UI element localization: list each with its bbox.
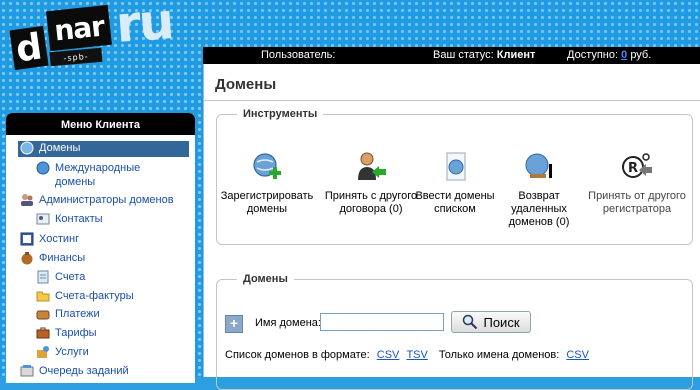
export-tsv-link[interactable]: TSV: [406, 349, 427, 361]
export-links: Список доменов в формате: CSV TSV Только…: [225, 349, 589, 361]
user-arrow-icon: [358, 152, 386, 180]
document-globe-icon: [446, 152, 466, 181]
client-menu: Меню Клиента Домены Международные домены…: [6, 113, 195, 383]
menu-item-domains[interactable]: Домены: [18, 141, 189, 157]
menu-item-vat-invoices[interactable]: Счета-фактуры: [36, 289, 134, 305]
tools-panel: Инструменты Зарегистрировать домены Прин…: [216, 108, 693, 245]
title-divider: [204, 100, 700, 101]
search-button-label: Поиск: [483, 314, 520, 330]
tools-legend: Инструменты: [243, 108, 318, 120]
user-label: Пользователь:: [261, 49, 336, 61]
balance-info: Доступно: 0 руб.: [567, 49, 652, 61]
tool-label: Принять с другого договора (0): [324, 190, 418, 215]
globe-restore-icon: [525, 153, 552, 178]
domains-panel: Домены + Имя домена: Поиск Список домено…: [216, 273, 693, 390]
menu-item-finance[interactable]: Финансы: [20, 251, 85, 267]
logo-word-nar: nar: [46, 4, 112, 52]
menu-item-payments[interactable]: Платежи: [36, 307, 100, 323]
tool-label: Ввести домены списком: [415, 190, 495, 215]
menu-item-domain-admins[interactable]: Администраторы доменов: [20, 193, 174, 209]
domains-legend: Домены: [243, 273, 288, 285]
names-only-label: Только имена доменов:: [438, 349, 560, 361]
menu-item-task-queue[interactable]: Очередь заданий: [20, 364, 129, 380]
restore-deleted-domains-tool[interactable]: Возврат удаленных доменов (0): [489, 150, 589, 229]
balance-link[interactable]: 0: [621, 49, 627, 61]
money-bag-icon: [21, 252, 33, 265]
search-button[interactable]: Поиск: [451, 311, 531, 333]
export-label: Список доменов в формате:: [225, 349, 370, 361]
menu-item-hosting[interactable]: Хостинг: [20, 232, 79, 248]
export-csv-link[interactable]: CSV: [377, 349, 400, 361]
wallet-icon: [36, 310, 50, 320]
logo-subtitle: -spb-: [49, 47, 103, 67]
status-value: Клиент: [496, 49, 536, 61]
logo-word-ru: ru: [114, 0, 175, 54]
tool-label: Зарегистрировать домены: [220, 190, 314, 215]
add-domain-button[interactable]: +: [225, 315, 243, 333]
domain-name-label: Имя домена:: [255, 317, 321, 329]
services-icon: [37, 346, 49, 358]
logo-letter-d: d: [9, 25, 49, 71]
tool-label: Возврат удаленных доменов (0): [508, 190, 570, 228]
status-info: Ваш статус: Клиент: [433, 49, 536, 61]
register-domains-tool[interactable]: Зарегистрировать домены: [217, 150, 317, 216]
invoice-icon: [37, 270, 49, 284]
book-icon: [20, 232, 34, 246]
menu-item-international-domains[interactable]: Международные домены: [36, 161, 156, 191]
menu-header: Меню Клиента: [6, 113, 195, 135]
menu-item-contacts[interactable]: Контакты: [36, 212, 103, 228]
users-icon: [21, 194, 33, 206]
briefcase-icon: [36, 327, 50, 339]
globe-plus-icon: [253, 153, 281, 179]
globe-icon: [20, 141, 34, 155]
page-title: Домены: [215, 76, 277, 93]
folder-icon: [36, 291, 50, 302]
menu-item-tariffs[interactable]: Тарифы: [36, 326, 97, 342]
search-icon: [463, 314, 478, 330]
domain-name-input[interactable]: [320, 313, 444, 331]
main-content: Домены Инструменты Зарегистрировать доме…: [203, 64, 700, 390]
registrar-transfer-icon: R: [622, 153, 652, 178]
queue-icon: [20, 365, 34, 377]
svg-text:R: R: [628, 161, 638, 176]
accept-from-registrar-tool[interactable]: R Принять от другого регистратора: [587, 150, 687, 216]
status-bar: Пользователь: Ваш статус: Клиент Доступн…: [203, 47, 700, 64]
globe-icon: [36, 161, 50, 175]
menu-item-invoices[interactable]: Счета: [36, 270, 85, 286]
menu-item-services[interactable]: Услуги: [36, 345, 89, 361]
header-band: [203, 0, 700, 47]
site-logo[interactable]: d nar -spb- ru: [4, 0, 194, 78]
names-only-csv-link[interactable]: CSV: [566, 349, 589, 361]
tool-label: Принять от другого регистратора: [588, 190, 686, 215]
contact-card-icon: [36, 213, 50, 225]
